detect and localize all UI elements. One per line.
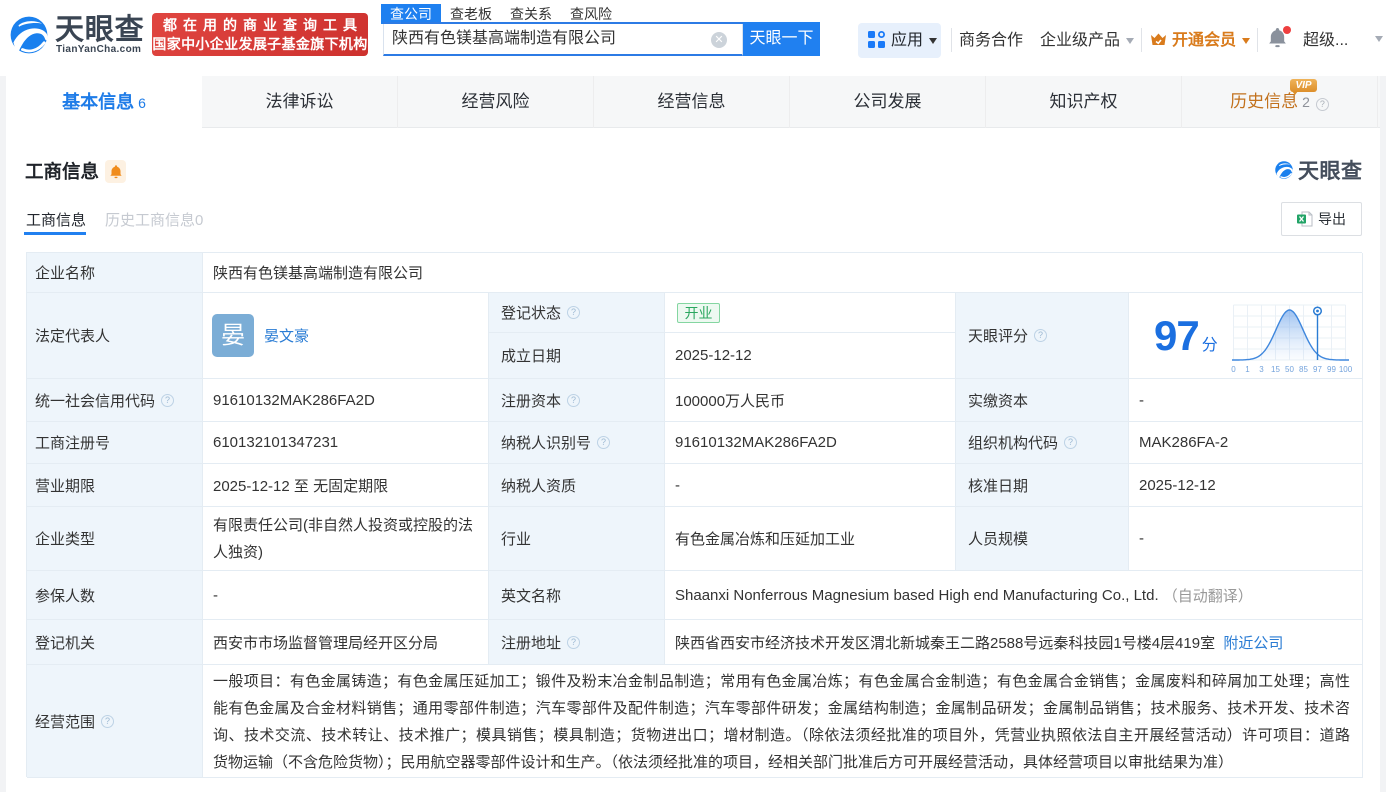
- svg-text:0: 0: [1231, 365, 1236, 374]
- svg-text:3: 3: [1259, 365, 1264, 374]
- svg-text:97: 97: [1313, 365, 1322, 374]
- svg-text:99: 99: [1327, 365, 1336, 374]
- svg-text:50: 50: [1285, 365, 1294, 374]
- svg-text:100: 100: [1339, 365, 1353, 374]
- svg-text:15: 15: [1271, 365, 1280, 374]
- svg-text:85: 85: [1299, 365, 1308, 374]
- svg-text:1: 1: [1245, 365, 1250, 374]
